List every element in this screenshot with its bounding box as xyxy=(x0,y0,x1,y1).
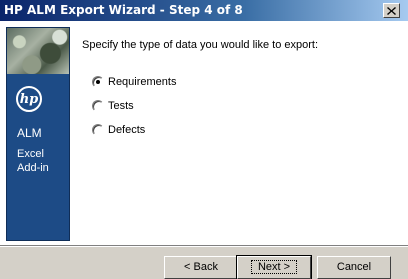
product-name: ALM xyxy=(17,126,42,140)
radio-tests[interactable] xyxy=(92,100,104,112)
option-tests[interactable]: Tests xyxy=(92,99,134,113)
export-wizard-window: HP ALM Export Wizard - Step 4 of 8 hp AL… xyxy=(0,0,408,279)
next-button[interactable]: Next > xyxy=(236,255,312,279)
close-icon xyxy=(387,6,396,15)
option-tests-label[interactable]: Tests xyxy=(108,100,134,112)
cancel-button[interactable]: Cancel xyxy=(317,256,391,279)
option-requirements[interactable]: Requirements xyxy=(92,75,176,89)
branding-image xyxy=(7,28,69,74)
close-button[interactable] xyxy=(383,3,400,18)
title-bar[interactable]: HP ALM Export Wizard - Step 4 of 8 xyxy=(0,0,408,21)
option-requirements-label[interactable]: Requirements xyxy=(108,76,176,88)
button-bar: < Back Next > Cancel xyxy=(0,245,408,279)
hp-logo-icon: hp xyxy=(16,86,42,112)
back-button[interactable]: < Back xyxy=(164,256,238,279)
option-defects-label[interactable]: Defects xyxy=(108,124,145,136)
next-button-label: Next > xyxy=(250,260,298,274)
product-subtitle: Excel Add-in xyxy=(17,147,49,175)
option-defects[interactable]: Defects xyxy=(92,123,145,137)
radio-requirements[interactable] xyxy=(92,76,104,88)
wizard-content: hp ALM Excel Add-in Specify the type of … xyxy=(0,21,408,245)
branding-panel: hp ALM Excel Add-in xyxy=(6,27,70,241)
step-prompt: Specify the type of data you would like … xyxy=(82,39,319,51)
product-subtitle-line2: Add-in xyxy=(17,162,49,174)
radio-defects[interactable] xyxy=(92,124,104,136)
window-title: HP ALM Export Wizard - Step 4 of 8 xyxy=(4,3,243,17)
product-subtitle-line1: Excel xyxy=(17,148,44,160)
